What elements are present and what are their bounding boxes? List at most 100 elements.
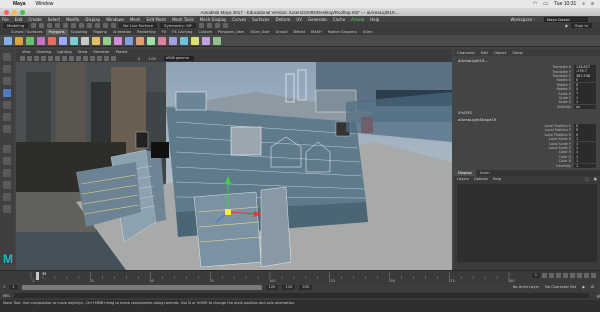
battery-icon[interactable]: ▭ bbox=[543, 1, 548, 7]
xray-icon[interactable] bbox=[111, 56, 116, 61]
script-editor-icon[interactable]: ▤ bbox=[597, 294, 600, 298]
viewport-menu-view[interactable]: View bbox=[22, 50, 31, 54]
channel-name[interactable]: Rotate Z bbox=[556, 87, 571, 91]
shelf-tool-icon[interactable] bbox=[136, 36, 144, 45]
wireframe-icon[interactable] bbox=[62, 56, 67, 61]
shelf-tool-icon[interactable] bbox=[81, 36, 89, 45]
workspace-dropdown[interactable]: Maya Classic bbox=[544, 16, 588, 22]
render-settings-icon[interactable] bbox=[214, 23, 220, 28]
animation-end-field[interactable]: 120 bbox=[282, 284, 296, 290]
menu-surfaces[interactable]: Surfaces bbox=[252, 17, 269, 22]
shelf-tool-icon[interactable] bbox=[48, 36, 56, 45]
viewport-menu-panels[interactable]: Panels bbox=[116, 50, 128, 54]
menu-curves[interactable]: Curves bbox=[232, 17, 246, 22]
channel-value[interactable]: on bbox=[574, 104, 596, 109]
color-space-dropdown[interactable]: sRGB gamma bbox=[163, 56, 194, 61]
character-set-dropdown[interactable]: No Character Set bbox=[545, 285, 576, 289]
play-forward-icon[interactable] bbox=[570, 273, 575, 278]
wifi-icon[interactable]: ◠ bbox=[533, 1, 537, 7]
animation-max-field[interactable]: 200 bbox=[299, 284, 313, 290]
shelf-tool-icon[interactable] bbox=[169, 36, 177, 45]
channel-name[interactable]: Local Scale Y bbox=[549, 142, 571, 146]
grid-toggle-icon[interactable] bbox=[41, 56, 46, 61]
sign-in-button[interactable]: Sign in bbox=[571, 23, 592, 28]
image-plane-icon[interactable] bbox=[34, 56, 39, 61]
channel-name[interactable]: Translate Y bbox=[552, 70, 571, 74]
channel-name[interactable]: Local Scale X bbox=[549, 137, 571, 141]
menu-uv[interactable]: UV bbox=[296, 17, 302, 22]
smooth-shade-icon[interactable] bbox=[69, 56, 74, 61]
isolate-select-icon[interactable] bbox=[104, 56, 109, 61]
mac-app-name[interactable]: Maya bbox=[13, 1, 26, 7]
live-surface-field[interactable]: No Live Surface bbox=[119, 23, 158, 28]
cb-menu-edit[interactable]: Edit bbox=[481, 50, 488, 55]
paint-select-icon[interactable] bbox=[3, 77, 11, 85]
clock[interactable]: Tue 10:31 bbox=[554, 1, 576, 7]
viewport-menu-lighting[interactable]: Lighting bbox=[57, 50, 72, 54]
new-scene-icon[interactable] bbox=[31, 23, 37, 28]
open-scene-icon[interactable] bbox=[39, 23, 45, 28]
play-back-icon[interactable] bbox=[563, 273, 568, 278]
four-view-icon[interactable] bbox=[3, 157, 11, 165]
hypershade-icon[interactable] bbox=[222, 23, 228, 28]
redo-icon[interactable] bbox=[63, 23, 69, 28]
spotlight-icon[interactable]: ⌕ bbox=[582, 1, 585, 7]
auto-key-icon[interactable]: ◆ bbox=[582, 285, 585, 289]
menu-generate[interactable]: Generate bbox=[308, 17, 327, 22]
bookmark-icon[interactable] bbox=[27, 56, 32, 61]
snap-point-icon[interactable] bbox=[111, 23, 117, 28]
go-to-start-icon[interactable] bbox=[542, 273, 547, 278]
notification-icon[interactable]: ≡ bbox=[591, 1, 594, 7]
ambient-occlusion-icon[interactable] bbox=[97, 56, 102, 61]
menu-mesh-tools[interactable]: Mesh Tools bbox=[172, 17, 194, 22]
menu-file[interactable]: File bbox=[2, 17, 9, 22]
scale-tool-icon[interactable] bbox=[3, 113, 11, 121]
channel-name[interactable]: Scale Y bbox=[559, 96, 571, 100]
anim-layer-dropdown[interactable]: No Anim Layer bbox=[513, 285, 539, 289]
channel-name[interactable]: Rotate Y bbox=[557, 83, 571, 87]
film-gate-icon[interactable] bbox=[48, 56, 53, 61]
channel-name[interactable]: Translate X bbox=[552, 65, 571, 69]
channel-name[interactable]: Scale Z bbox=[558, 100, 571, 104]
menu-set-dropdown[interactable]: Modeling bbox=[3, 23, 29, 28]
shelf-tool-icon[interactable] bbox=[70, 36, 78, 45]
persp-graph-icon[interactable] bbox=[3, 181, 11, 189]
viewport-3d[interactable] bbox=[16, 62, 452, 270]
step-back-key-icon[interactable] bbox=[549, 273, 554, 278]
layer-menu-options[interactable]: Options bbox=[474, 177, 488, 181]
layer-list[interactable] bbox=[457, 184, 597, 262]
menu-display[interactable]: Display bbox=[85, 17, 100, 22]
tab-anim[interactable]: Anim bbox=[476, 170, 494, 176]
menu-deform[interactable]: Deform bbox=[275, 17, 290, 22]
shelf-tool-icon[interactable] bbox=[125, 36, 133, 45]
select-object-icon[interactable] bbox=[79, 23, 85, 28]
select-tool-icon[interactable] bbox=[3, 53, 11, 61]
shelf-tool-icon[interactable] bbox=[213, 36, 221, 45]
channel-name[interactable]: Scale X bbox=[558, 92, 571, 96]
menu-modify[interactable]: Modify bbox=[66, 17, 79, 22]
shelf-tool-icon[interactable] bbox=[147, 36, 155, 45]
go-to-end-icon[interactable] bbox=[591, 273, 596, 278]
shelf-tool-icon[interactable] bbox=[26, 36, 34, 45]
channel-name[interactable]: Intensity bbox=[556, 164, 571, 168]
shelf-tool-icon[interactable] bbox=[92, 36, 100, 45]
new-layer-icon[interactable]: ▢ bbox=[585, 177, 588, 181]
menu-edit[interactable]: Edit bbox=[15, 17, 23, 22]
gamma-value[interactable]: 1.00 bbox=[148, 57, 156, 61]
menu-mesh[interactable]: Mesh bbox=[130, 17, 141, 22]
playhead[interactable] bbox=[36, 272, 39, 280]
undo-icon[interactable] bbox=[55, 23, 61, 28]
channel-name[interactable]: Color G bbox=[558, 155, 571, 159]
menu-help[interactable]: Help bbox=[370, 17, 379, 22]
menu-windows[interactable]: Windows bbox=[106, 17, 124, 22]
select-hierarchy-icon[interactable] bbox=[71, 23, 77, 28]
shelf-tool-icon[interactable] bbox=[180, 36, 188, 45]
shelf-tool-icon[interactable] bbox=[59, 36, 67, 45]
channel-name[interactable]: Translate Z bbox=[552, 74, 571, 78]
channel-name[interactable]: Color B bbox=[559, 159, 571, 163]
mac-menu-window[interactable]: Window bbox=[36, 1, 54, 7]
range-slider[interactable] bbox=[21, 284, 262, 290]
tab-display[interactable]: Display bbox=[454, 170, 476, 176]
viewport-menu-shading[interactable]: Shading bbox=[37, 50, 52, 54]
render-frame-icon[interactable] bbox=[198, 23, 204, 28]
